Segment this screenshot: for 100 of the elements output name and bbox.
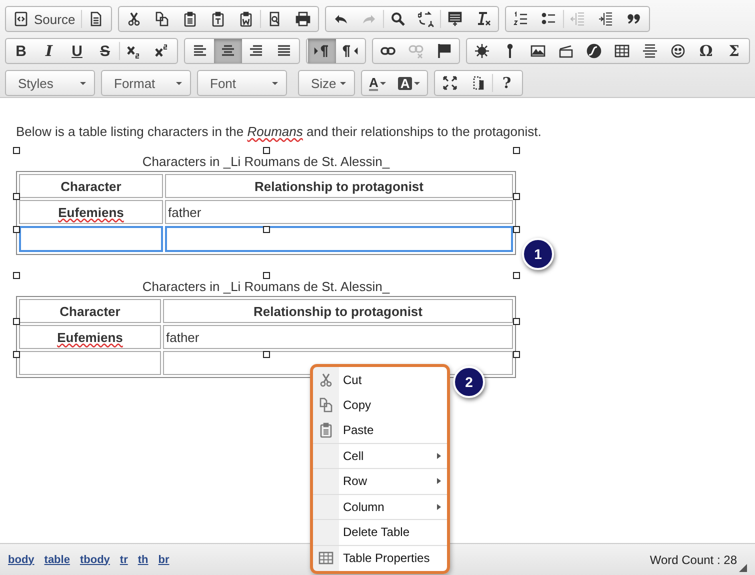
resize-handle[interactable] — [513, 318, 520, 325]
menu-item[interactable]: Cell — [313, 444, 447, 469]
bold-button[interactable]: B — [7, 39, 35, 63]
maximize-icon — [442, 75, 458, 91]
empty-table-cell[interactable] — [19, 351, 161, 375]
horizontal-line-icon — [642, 43, 658, 59]
element-path-link[interactable]: body — [8, 554, 34, 566]
justify-icon — [276, 43, 292, 59]
dropdown[interactable]: Format — [101, 70, 191, 96]
code-file-icon — [13, 11, 29, 27]
table-cell[interactable]: Eufemiens — [19, 200, 163, 224]
underline-button[interactable]: U — [63, 39, 91, 63]
submenu-arrow-icon — [437, 504, 441, 510]
text-color-button[interactable]: A — [363, 71, 392, 95]
sun-icon — [474, 43, 490, 59]
resize-handle[interactable] — [513, 351, 520, 358]
submenu-arrow-icon — [437, 452, 441, 459]
text-direction-ltr-button[interactable] — [308, 39, 336, 63]
source-button[interactable]: Source — [7, 7, 82, 31]
resize-handle[interactable] — [13, 193, 20, 200]
bulleted-list-icon — [541, 11, 558, 27]
table-cell[interactable]: father — [163, 325, 513, 349]
menu-item[interactable]: Row — [313, 469, 447, 494]
menu-item[interactable]: Paste — [313, 418, 447, 444]
resize-handle[interactable] — [263, 226, 270, 233]
table-caption: Characters in _Li Roumans de St. Alessin_ — [141, 279, 391, 294]
clipboard-icon — [318, 422, 334, 438]
select-all-icon — [447, 11, 464, 27]
callout-badge: 2 — [453, 366, 485, 398]
caret-icon — [272, 82, 278, 84]
menu-item[interactable]: Table Properties — [313, 546, 447, 571]
scissors-icon — [126, 11, 142, 27]
paragraph-ltr-icon — [314, 43, 330, 59]
clipboard-icon — [182, 11, 198, 27]
align-center-icon — [220, 43, 236, 59]
align-right-icon — [248, 43, 264, 59]
table-cell[interactable]: Eufemiens — [19, 325, 161, 349]
table-icon — [318, 550, 334, 566]
special-character-button[interactable]: Ω — [692, 39, 720, 63]
resize-handle[interactable] — [513, 147, 520, 154]
clipboard-icon — [210, 11, 226, 27]
header-cell: Character — [19, 174, 163, 198]
clear-format-icon — [475, 11, 492, 27]
strikethrough-button[interactable]: S — [91, 39, 119, 63]
outdent-icon — [570, 11, 586, 27]
image-icon — [530, 43, 546, 59]
resize-handle[interactable] — [513, 193, 520, 200]
resize-handle[interactable] — [263, 147, 270, 154]
align-center-button[interactable] — [214, 39, 242, 63]
callout-badge: 1 — [522, 238, 554, 270]
resize-handle[interactable] — [13, 147, 20, 154]
resize-grip-icon[interactable] — [739, 564, 747, 572]
copy-icon — [154, 11, 170, 27]
italic-button[interactable]: I — [35, 39, 63, 63]
dropdown[interactable]: Styles — [5, 70, 95, 96]
header-cell: Character — [19, 299, 161, 323]
help-button[interactable]: ? — [492, 71, 521, 95]
menu-item[interactable]: Copy — [313, 392, 447, 418]
empty-table-cell[interactable] — [19, 226, 163, 252]
dropdown[interactable]: Size — [298, 70, 355, 96]
clapperboard-icon — [558, 43, 574, 59]
unlink-icon — [408, 43, 424, 59]
copy-icon — [318, 397, 334, 414]
background-color-button[interactable]: A — [392, 71, 426, 95]
scissors-icon — [318, 372, 334, 388]
resize-handle[interactable] — [13, 351, 20, 358]
math-button[interactable]: Σ — [720, 39, 748, 63]
element-path-link[interactable]: th — [138, 554, 148, 566]
element-path-link[interactable]: tbody — [80, 554, 110, 566]
empty-table-cell[interactable] — [165, 226, 513, 252]
flash-icon — [586, 43, 602, 59]
printer-icon — [295, 11, 312, 27]
menu-item[interactable]: Delete Table — [313, 520, 447, 546]
resize-handle[interactable] — [513, 226, 520, 233]
resize-handle[interactable] — [263, 351, 270, 358]
numbered-list-icon — [513, 11, 530, 27]
align-left-icon — [192, 43, 208, 59]
header-cell: Relationship to protagonist — [163, 299, 513, 323]
table-icon — [614, 43, 630, 59]
search-icon — [390, 11, 406, 27]
dropdown[interactable]: Font — [197, 70, 287, 96]
resize-handle[interactable] — [263, 272, 270, 279]
menu-item[interactable]: Column — [313, 494, 447, 520]
resize-handle[interactable] — [13, 226, 20, 233]
table-cell[interactable]: father — [165, 200, 513, 224]
paragraph-rtl-icon — [342, 43, 358, 59]
replace-icon — [418, 11, 434, 27]
menu-item[interactable]: Cut — [313, 367, 447, 392]
header-cell: Relationship to protagonist — [165, 174, 513, 198]
table-caption: Characters in _Li Roumans de St. Alessin_ — [141, 154, 391, 169]
word-count: Word Count : 28 — [650, 552, 737, 566]
element-path-link[interactable]: br — [158, 554, 170, 566]
submenu-arrow-icon — [437, 478, 441, 484]
element-path-link[interactable]: table — [44, 554, 70, 566]
intro-paragraph: Below is a table listing characters in the Roumans and their relationships to the protagonist. — [16, 124, 542, 139]
smiley-icon — [670, 43, 686, 59]
resize-handle[interactable] — [13, 318, 20, 325]
element-path-link[interactable]: tr — [120, 554, 128, 566]
resize-handle[interactable] — [513, 272, 520, 279]
resize-handle[interactable] — [13, 272, 20, 279]
